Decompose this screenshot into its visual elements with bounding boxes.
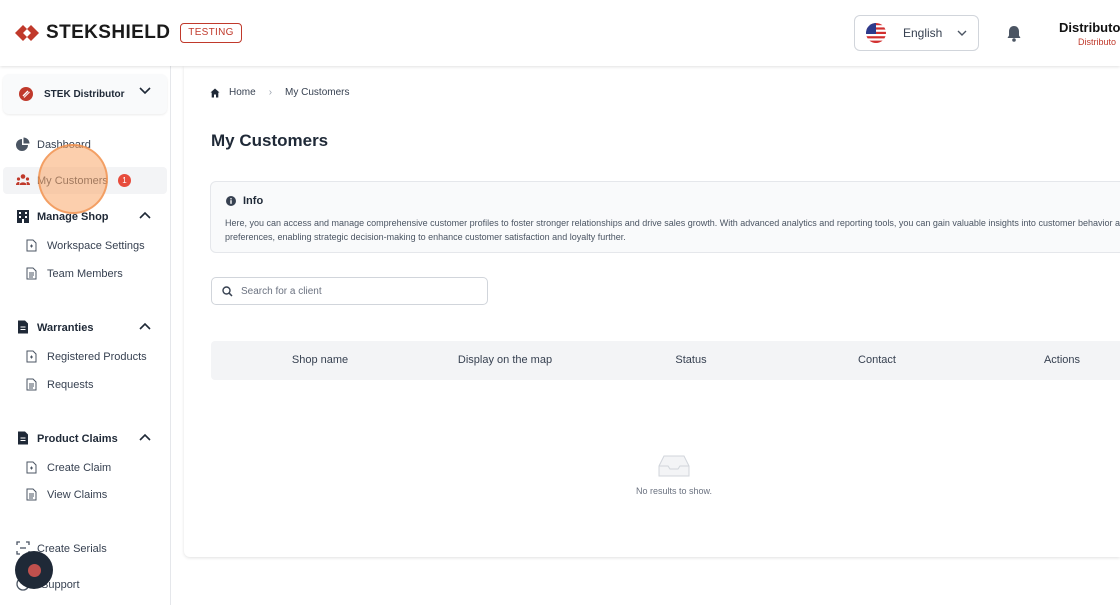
empty-state-text: No results to show. [636,486,713,496]
chevron-up-icon [139,211,151,219]
info-box: Info Here, you can access and manage com… [210,181,1120,253]
main-content: Home › My Customers My Customers Info He… [184,66,1120,557]
sidebar-item-dashboard[interactable]: Dashboard [3,131,167,158]
sidebar-item-view-claims[interactable]: View Claims [20,484,167,506]
record-icon [27,563,41,577]
chevron-down-icon [957,30,967,36]
chevron-down-icon [139,87,151,95]
sidebar-section-label: Manage Shop [37,210,109,223]
sidebar-item-team-members[interactable]: Team Members [20,263,167,285]
breadcrumb-home[interactable]: Home [229,87,256,98]
logo-text: STEKSHIELD [46,22,171,43]
sidebar-item-label: Requests [47,379,94,391]
chevron-up-icon [139,433,151,441]
sidebar-item-my-customers[interactable]: My Customers 1 [3,167,167,194]
sidebar-item-label: My Customers [37,174,108,187]
sidebar-item-label: Dashboard [37,138,91,151]
column-header-contact[interactable]: Contact [858,354,896,366]
users-icon [16,174,30,185]
page-title: My Customers [211,131,329,150]
chevron-up-icon [139,322,151,330]
user-role: Distributo [1078,37,1117,47]
sidebar-item-registered-products[interactable]: Registered Products [20,346,167,368]
sidebar: STEK Distributor Dashboard My Customers … [0,66,171,605]
environment-badge: TESTING [180,23,242,43]
column-header-shop-name[interactable]: Shop name [292,354,348,366]
file-icon [26,239,37,252]
building-icon [17,210,29,223]
sidebar-item-label: View Claims [47,489,108,501]
sidebar-item-create-claim[interactable]: Create Claim [20,457,167,479]
column-header-actions: Actions [1043,354,1081,366]
organization-name: STEK Distributor [44,88,125,100]
breadcrumb: Home › My Customers [210,87,349,98]
logo-icon [15,25,39,41]
sidebar-section-manage-shop[interactable]: Manage Shop [3,203,167,230]
search-input[interactable] [241,285,471,297]
notification-badge: 1 [118,174,131,187]
us-flag-icon [866,23,886,43]
file-icon [26,461,37,474]
pie-chart-icon [16,137,30,151]
info-title: Info [226,195,263,207]
info-icon [226,196,236,206]
top-header: STEKSHIELD TESTING English Distributor D… [0,0,1120,66]
document-icon [18,431,28,445]
file-icon [26,267,37,280]
language-label: English [903,26,943,40]
column-header-status[interactable]: Status [675,354,706,366]
sidebar-section-label: Product Claims [37,432,118,445]
sidebar-section-label: Warranties [37,321,94,334]
sidebar-item-label: Create Serials [37,542,107,555]
sidebar-item-workspace-settings[interactable]: Workspace Settings [20,235,167,257]
language-selector[interactable]: English [854,15,979,51]
record-button[interactable] [15,551,53,589]
column-header-display-on-map[interactable]: Display on the map [458,354,552,366]
sidebar-item-label: Registered Products [47,351,147,363]
breadcrumb-separator-icon: › [268,87,273,98]
info-title-text: Info [243,195,264,207]
document-icon [18,320,28,334]
search-icon [222,285,233,297]
sidebar-item-requests[interactable]: Requests [20,374,167,396]
file-icon [26,350,37,363]
logo[interactable]: STEKSHIELD [14,22,170,44]
org-icon [19,87,33,101]
organization-selector[interactable]: STEK Distributor [3,74,167,114]
sidebar-section-product-claims[interactable]: Product Claims [3,425,167,452]
inbox-icon [658,455,690,477]
sidebar-item-label: Create Claim [47,462,112,474]
user-name[interactable]: Distributor [1059,20,1120,35]
sidebar-section-warranties[interactable]: Warranties [3,314,167,341]
info-description: Here, you can access and manage comprehe… [225,218,1120,242]
home-icon[interactable] [210,88,220,98]
sidebar-item-label: Team Members [47,268,123,280]
sidebar-item-label: Workspace Settings [47,240,145,252]
empty-state: No results to show. [636,454,712,496]
file-icon [26,378,37,391]
file-icon [26,488,37,501]
table-header: Shop name Display on the map Status Cont… [211,341,1120,380]
search-field[interactable] [211,277,488,305]
bell-icon[interactable] [1006,25,1022,42]
breadcrumb-current: My Customers [285,87,350,98]
